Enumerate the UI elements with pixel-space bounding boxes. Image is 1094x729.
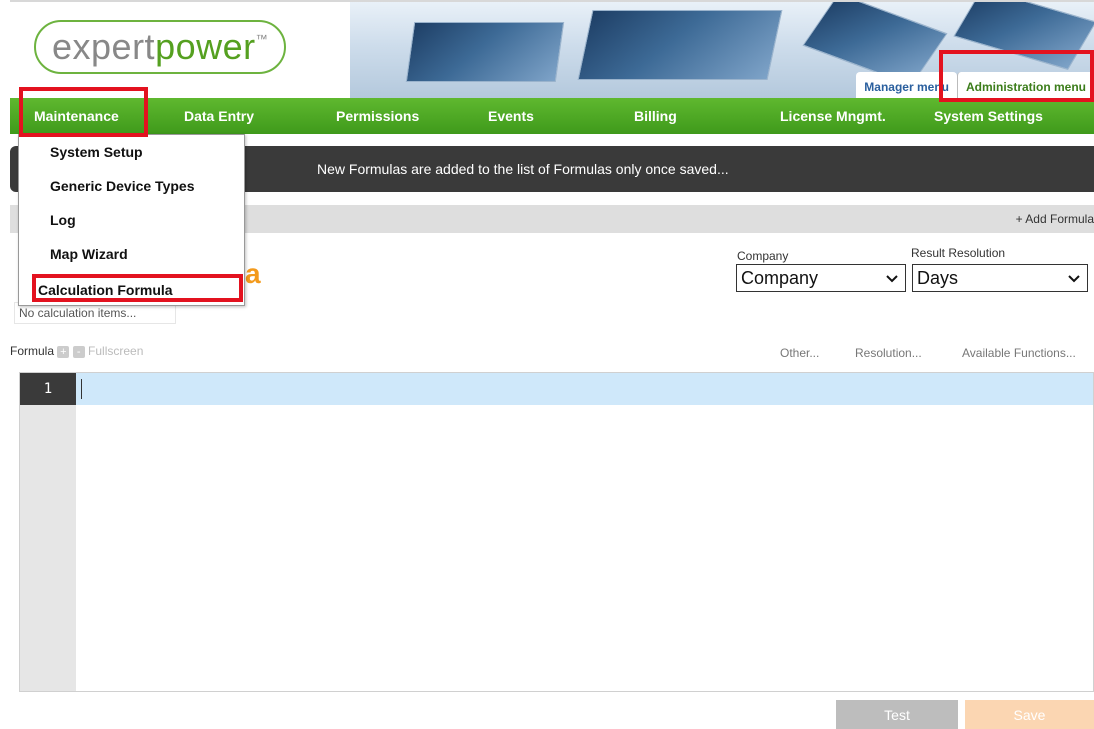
nav-maintenance[interactable]: Maintenance: [10, 98, 162, 134]
available-functions-menu[interactable]: Available Functions...: [962, 346, 1076, 360]
menu-item-log[interactable]: Log: [19, 203, 244, 237]
nav-license-mngmt[interactable]: License Mngmt.: [758, 98, 912, 134]
line-number-gutter: 1: [20, 373, 76, 691]
menu-switcher: Manager menu Administration menu: [856, 72, 1094, 98]
expertpower-logo[interactable]: expert power ™: [34, 20, 287, 74]
result-resolution-select[interactable]: Days: [912, 264, 1088, 292]
test-button[interactable]: Test: [836, 700, 958, 729]
formula-editor[interactable]: 1: [19, 372, 1094, 692]
manager-menu-tab[interactable]: Manager menu: [856, 72, 957, 98]
nav-data-entry[interactable]: Data Entry: [162, 98, 314, 134]
company-select-value: Company: [741, 267, 819, 288]
app-header: expert power ™ Manager menu Administration…: [10, 0, 1094, 98]
page-title: a: [245, 258, 261, 289]
chevron-down-icon: [1068, 275, 1080, 283]
nav-billing[interactable]: Billing: [612, 98, 758, 134]
text-cursor: [81, 379, 82, 399]
info-message-text: New Formulas are added to the list of Fo…: [317, 161, 729, 177]
maintenance-dropdown: System Setup Generic Device Types Log Ma…: [18, 134, 245, 306]
zoom-out-button[interactable]: -: [72, 345, 85, 358]
other-menu[interactable]: Other...: [780, 346, 819, 360]
menu-item-calculation-formula[interactable]: Calculation Formula: [19, 273, 244, 307]
nav-events[interactable]: Events: [466, 98, 612, 134]
company-select[interactable]: Company: [736, 264, 906, 292]
nav-permissions[interactable]: Permissions: [314, 98, 466, 134]
menu-item-generic-device-types[interactable]: Generic Device Types: [19, 169, 244, 203]
line-number: 1: [20, 373, 76, 405]
result-resolution-value: Days: [917, 267, 959, 288]
administration-menu-tab[interactable]: Administration menu: [956, 72, 1094, 98]
save-button[interactable]: Save: [965, 700, 1094, 729]
menu-item-system-setup[interactable]: System Setup: [19, 135, 244, 169]
company-label: Company: [737, 249, 789, 263]
formula-toolbar: Formula + - Fullscreen Other... Resoluti…: [10, 344, 1094, 364]
formula-label: Formula: [10, 344, 55, 358]
fullscreen-button[interactable]: Fullscreen: [88, 344, 143, 358]
active-line[interactable]: [76, 373, 1093, 405]
zoom-in-button[interactable]: +: [57, 345, 70, 358]
chevron-down-icon: [886, 275, 898, 283]
menu-item-map-wizard[interactable]: Map Wizard: [19, 237, 244, 271]
resolution-menu[interactable]: Resolution...: [855, 346, 922, 360]
add-formula-link[interactable]: + Add Formula: [1016, 212, 1094, 226]
main-nav: Maintenance Data Entry Permissions Event…: [10, 98, 1094, 134]
nav-system-settings[interactable]: System Settings: [912, 98, 1094, 134]
result-resolution-label: Result Resolution: [911, 246, 1006, 260]
